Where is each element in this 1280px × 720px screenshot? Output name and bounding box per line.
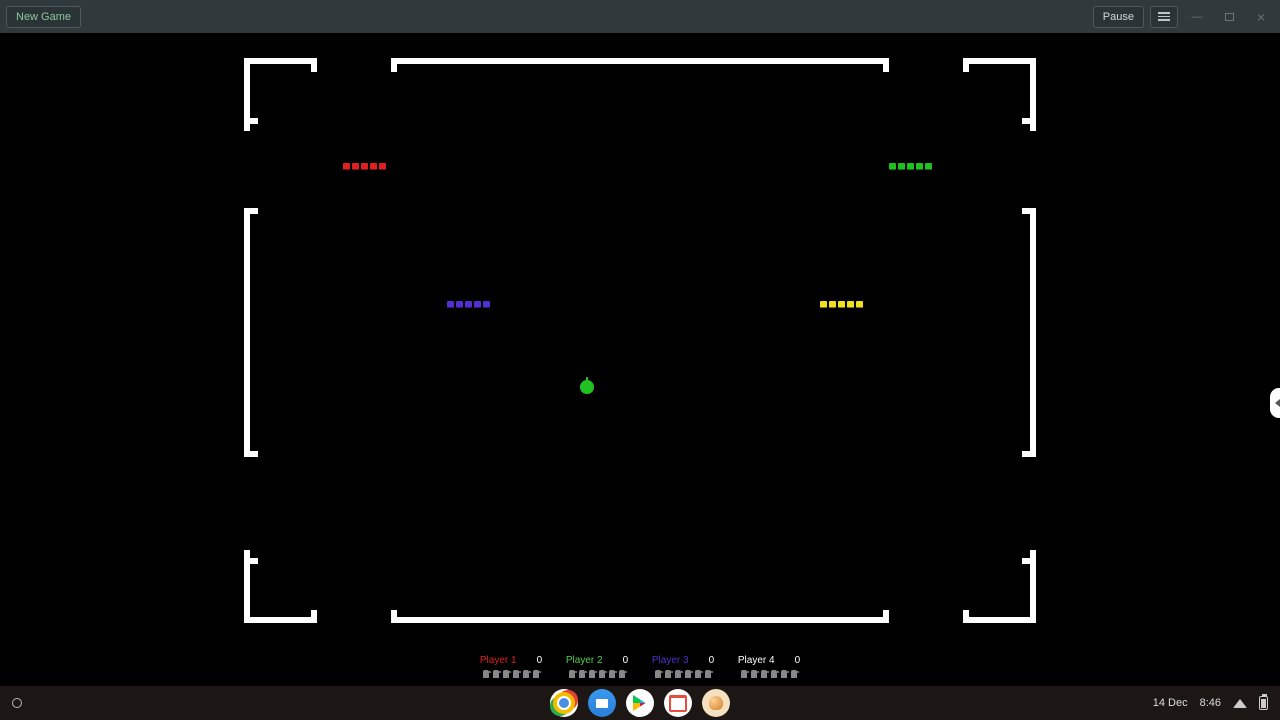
- snake-player-4: [820, 301, 863, 308]
- taskbar-apps: [550, 689, 730, 717]
- game-toolbar: New Game Pause — ×: [0, 0, 1280, 33]
- score-player-3: Player 3 0: [648, 655, 718, 678]
- player-label: Player 2: [566, 655, 603, 666]
- wifi-icon: [1233, 699, 1247, 708]
- score-player-4: Player 4 0: [734, 655, 804, 678]
- snake-player-2: [889, 163, 932, 170]
- store-app-icon[interactable]: [664, 689, 692, 717]
- launcher-icon[interactable]: [12, 698, 22, 708]
- menu-button[interactable]: [1150, 6, 1178, 28]
- battery-icon: [1259, 696, 1268, 710]
- system-tray[interactable]: 14 Dec 8:46: [1153, 696, 1268, 710]
- tray-date: 14 Dec: [1153, 697, 1188, 709]
- score-player-2: Player 2 0: [562, 655, 632, 678]
- window-minimize-button[interactable]: —: [1184, 6, 1210, 28]
- window-maximize-button[interactable]: [1216, 6, 1242, 28]
- snake-game-app-icon[interactable]: [702, 689, 730, 717]
- files-app-icon[interactable]: [588, 689, 616, 717]
- play-store-app-icon[interactable]: [626, 689, 654, 717]
- score-bar: Player 1 0 Player 2 0 Player 3 0 Player …: [0, 655, 1280, 678]
- tray-time: 8:46: [1200, 697, 1221, 709]
- player-label: Player 3: [652, 655, 689, 666]
- player-label: Player 4: [738, 655, 775, 666]
- hamburger-icon: [1158, 12, 1170, 21]
- player-score: 0: [537, 655, 543, 666]
- pause-button[interactable]: Pause: [1093, 6, 1144, 28]
- apple-item: [580, 380, 594, 394]
- player-score: 0: [795, 655, 801, 666]
- score-player-1: Player 1 0: [476, 655, 546, 678]
- maximize-icon: [1225, 13, 1234, 21]
- new-game-button[interactable]: New Game: [6, 6, 81, 28]
- game-area[interactable]: Player 1 0 Player 2 0 Player 3 0 Player …: [0, 33, 1280, 686]
- player-score: 0: [709, 655, 715, 666]
- snake-player-1: [343, 163, 386, 170]
- game-field: [244, 58, 1036, 623]
- player-label: Player 1: [480, 655, 517, 666]
- window-close-button[interactable]: ×: [1248, 6, 1274, 28]
- player-score: 0: [623, 655, 629, 666]
- chrome-app-icon[interactable]: [550, 689, 578, 717]
- side-panel-toggle[interactable]: [1270, 388, 1280, 418]
- snake-player-3: [447, 301, 490, 308]
- taskbar: 14 Dec 8:46: [0, 686, 1280, 720]
